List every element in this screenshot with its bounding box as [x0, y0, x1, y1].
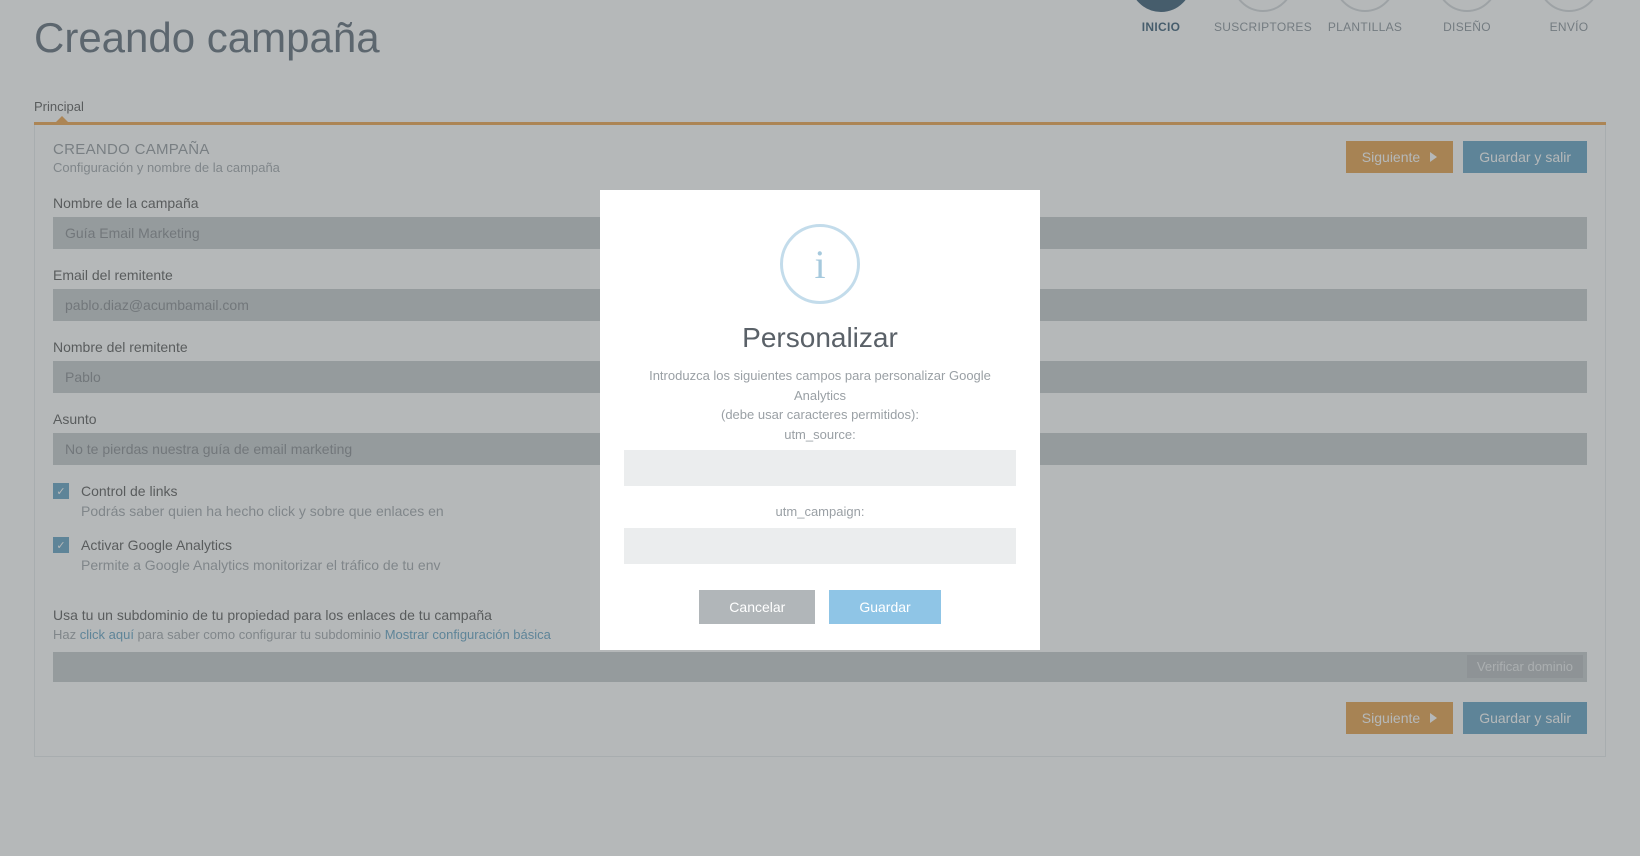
utm-campaign-input[interactable] — [624, 528, 1016, 564]
modal-overlay: i Personalizar Introduzca los siguientes… — [0, 0, 1640, 856]
modal-utm-campaign-label: utm_campaign: — [624, 502, 1016, 522]
modal-title: Personalizar — [624, 322, 1016, 354]
utm-source-input[interactable] — [624, 450, 1016, 486]
personalize-modal: i Personalizar Introduzca los siguientes… — [600, 190, 1040, 650]
modal-desc-line2: (debe usar caracteres permitidos): — [624, 405, 1016, 425]
modal-cancel-button[interactable]: Cancelar — [699, 590, 815, 624]
modal-desc-line1: Introduzca los siguientes campos para pe… — [624, 366, 1016, 405]
modal-utm-source-label: utm_source: — [624, 425, 1016, 445]
modal-save-button[interactable]: Guardar — [829, 590, 940, 624]
info-icon: i — [780, 224, 860, 304]
